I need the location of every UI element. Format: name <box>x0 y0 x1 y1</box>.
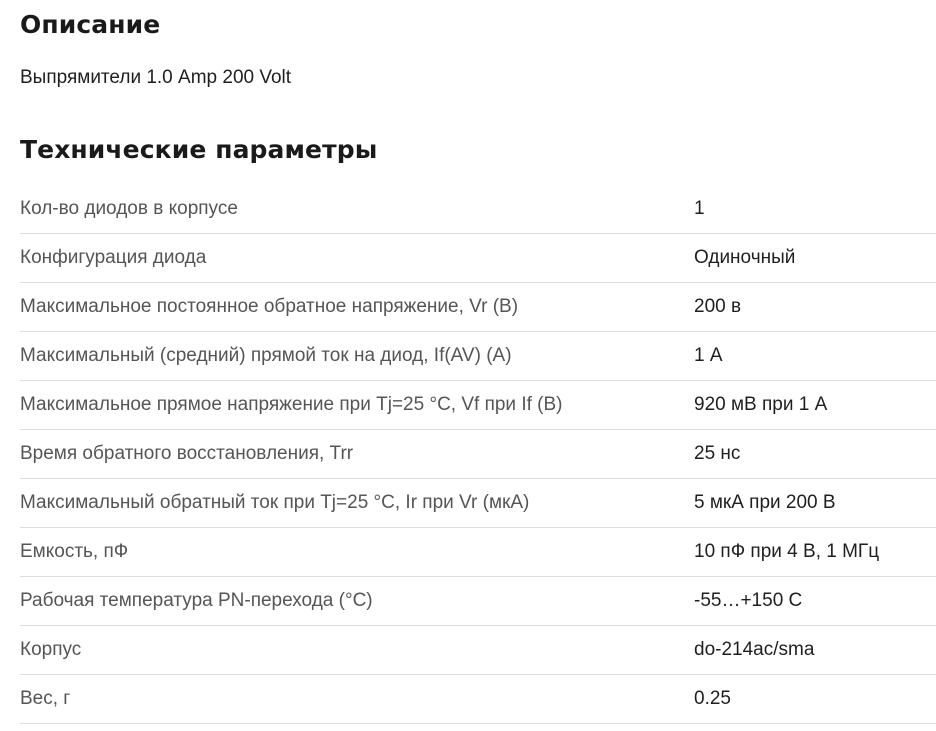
spec-name: Максимальный (средний) прямой ток на дио… <box>20 345 512 366</box>
spec-value: 25 нс <box>694 443 741 464</box>
spec-value: Одиночный <box>694 247 796 268</box>
spec-value: 1 А <box>694 345 723 366</box>
spec-name: Максимальный обратный ток при Tj=25 °C, … <box>20 492 530 513</box>
description-heading: Описание <box>20 10 161 39</box>
spec-row-forward-current: Максимальный (средний) прямой ток на дио… <box>20 332 936 381</box>
spec-name: Емкость, пФ <box>20 541 129 562</box>
spec-row-weight: Вес, г 0.25 <box>20 675 936 724</box>
spec-value: 1 <box>694 198 705 219</box>
spec-row-junction-temperature: Рабочая температура PN-перехода (°C) -55… <box>20 577 936 626</box>
spec-row-diode-count: Кол-во диодов в корпусе 1 <box>20 185 936 234</box>
spec-name: Рабочая температура PN-перехода (°C) <box>20 590 373 611</box>
spec-row-reverse-voltage: Максимальное постоянное обратное напряже… <box>20 283 936 332</box>
spec-name: Конфигурация диода <box>20 247 207 268</box>
spec-row-package: Корпус do-214ac/sma <box>20 626 936 675</box>
spec-name: Время обратного восстановления, Trr <box>20 443 354 464</box>
spec-value: 200 в <box>694 296 742 317</box>
spec-value: 0.25 <box>694 688 731 709</box>
spec-row-reverse-current: Максимальный обратный ток при Tj=25 °C, … <box>20 479 936 528</box>
spec-name: Максимальное постоянное обратное напряже… <box>20 296 519 317</box>
spec-row-capacitance: Емкость, пФ 10 пФ при 4 В, 1 МГц <box>20 528 936 577</box>
spec-row-forward-voltage: Максимальное прямое напряжение при Tj=25… <box>20 381 936 430</box>
spec-value: 920 мВ при 1 А <box>694 394 828 415</box>
spec-name: Корпус <box>20 639 82 660</box>
spec-name: Кол-во диодов в корпусе <box>20 198 238 219</box>
spec-row-recovery-time: Время обратного восстановления, Trr 25 н… <box>20 430 936 479</box>
spec-row-configuration: Конфигурация диода Одиночный <box>20 234 936 283</box>
spec-name: Вес, г <box>20 688 71 709</box>
spec-value: -55…+150 C <box>694 590 803 611</box>
spec-value: do-214ac/sma <box>694 639 815 660</box>
specs-heading: Технические параметры <box>20 135 378 164</box>
spec-value: 10 пФ при 4 В, 1 МГц <box>694 541 880 562</box>
specs-table: Кол-во диодов в корпусе 1 Конфигурация д… <box>20 185 936 724</box>
spec-name: Максимальное прямое напряжение при Tj=25… <box>20 394 563 415</box>
spec-value: 5 мкА при 200 В <box>694 492 836 513</box>
description-text: Выпрямители 1.0 Amp 200 Volt <box>20 67 292 88</box>
